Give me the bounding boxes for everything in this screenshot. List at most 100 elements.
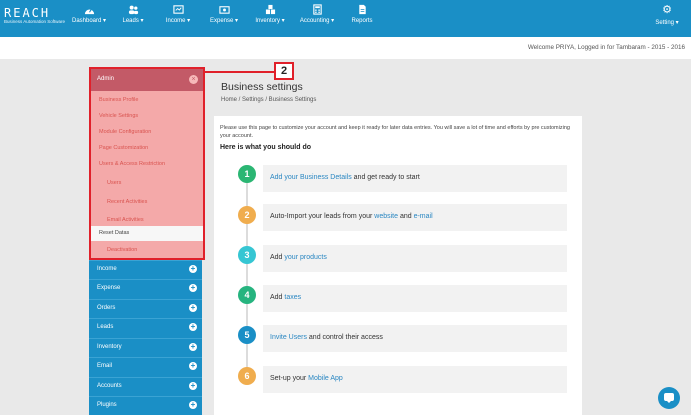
sidebar-item-label: Orders (97, 305, 116, 311)
submenu-label: Deactivation (107, 247, 138, 253)
taxes-link[interactable]: taxes (284, 294, 301, 301)
sidebar-item-label: Accounts (97, 383, 122, 389)
step-mobile-app: Set-up your Mobile App (263, 366, 567, 393)
income-icon (172, 5, 184, 14)
sidebar-item-label: Income (97, 266, 117, 272)
step-auto-import: Auto-Import your leads from your website… (263, 204, 567, 231)
submenu-label: Users & Access Restriction (99, 161, 166, 167)
admin-submenu-recent-activities[interactable]: Recent Activities (91, 195, 203, 210)
chat-button[interactable] (658, 387, 680, 409)
nav-label: Accounting ▾ (299, 18, 335, 24)
invite-users-link[interactable]: Invite Users (270, 334, 307, 341)
sidebar-item-income[interactable]: Income + (89, 260, 202, 279)
website-link[interactable]: website (374, 213, 398, 220)
nav-label: Reports (351, 18, 373, 24)
nav-label: Income ▾ (165, 18, 191, 24)
email-link[interactable]: e-mail (414, 213, 433, 220)
brand-logo[interactable]: REACH Business Automation Software (4, 7, 68, 25)
nav-leads[interactable]: Leads ▾ (108, 4, 158, 27)
mobile-app-link[interactable]: Mobile App (308, 375, 343, 382)
sidebar-item-label: Admin (97, 76, 115, 82)
nav-reports[interactable]: Reports (337, 4, 387, 27)
sidebar-item-label: Leads (97, 324, 114, 330)
business-details-link[interactable]: Add your Business Details (270, 174, 352, 181)
intro-text: Please use this page to customize your a… (220, 125, 570, 139)
callout-connector (205, 71, 275, 73)
submenu-label: Email Activities (107, 217, 144, 223)
plus-icon[interactable]: + (189, 323, 197, 331)
brand-tagline: Business Automation Software (4, 19, 66, 24)
admin-submenu-page-customization[interactable]: Page Customization (91, 141, 203, 156)
reports-icon (358, 4, 366, 15)
welcome-text: Welcome PRIYA, Logged in for Tambaram - … (527, 44, 685, 51)
nav-label: Inventory ▾ (255, 18, 285, 24)
users-icon (128, 5, 138, 15)
calculator-icon (312, 4, 322, 15)
submenu-label: Page Customization (99, 145, 149, 151)
nav-inventory[interactable]: Inventory ▾ (245, 4, 295, 27)
step-number: 4 (238, 286, 256, 304)
admin-submenu-module-configuration[interactable]: Module Configuration (91, 125, 203, 140)
brand-name: REACH (4, 6, 51, 20)
plus-icon[interactable]: + (189, 265, 197, 273)
admin-submenu-users-access[interactable]: Users & Access Restriction (91, 157, 203, 172)
products-link[interactable]: your products (284, 254, 326, 261)
step-products: Add your products (263, 245, 567, 272)
welcome-bar: Welcome PRIYA, Logged in for Tambaram - … (0, 37, 691, 59)
sidebar-item-label: Expense (97, 285, 121, 291)
nav-label: Expense ▾ (209, 18, 239, 24)
submenu-label: Business Profile (99, 97, 139, 103)
nav-income[interactable]: Income ▾ (153, 4, 203, 27)
sidebar-item-inventory[interactable]: Inventory + (89, 338, 202, 357)
step-text: and get ready to start (351, 174, 420, 181)
sidebar-item-plugins[interactable]: Plugins + (89, 396, 202, 415)
sidebar-item-leads[interactable]: Leads + (89, 318, 202, 337)
sidebar-item-email[interactable]: Email + (89, 357, 202, 376)
plus-icon[interactable]: + (189, 343, 197, 351)
sidebar-item-orders[interactable]: Orders + (89, 299, 202, 318)
close-icon[interactable]: × (189, 75, 198, 84)
admin-submenu-vehicle-settings[interactable]: Vehicle Settings (91, 109, 203, 124)
admin-submenu-business-profile[interactable]: Business Profile (91, 93, 203, 108)
nav-label: Setting ▾ (655, 20, 679, 26)
nav-expense[interactable]: Expense ▾ (199, 4, 249, 27)
step-text: Auto-Import your leads from your (270, 213, 375, 220)
plus-icon[interactable]: + (189, 401, 197, 409)
step-number: 3 (238, 246, 256, 264)
plus-icon[interactable]: + (189, 304, 197, 312)
step-number: 6 (238, 367, 256, 385)
sidebar-item-admin[interactable]: Admin × (91, 69, 203, 91)
submenu-label: Module Configuration (99, 129, 152, 135)
sidebar-item-label: Inventory (97, 344, 122, 350)
step-number: 5 (238, 326, 256, 344)
nav-accounting[interactable]: Accounting ▾ (292, 4, 342, 27)
callout-number: 2 (274, 62, 294, 80)
plus-icon[interactable]: + (189, 382, 197, 390)
step-invite-users: Invite Users and control their access (263, 325, 567, 352)
page-title: Business settings (221, 81, 303, 93)
admin-submenu-deactivation[interactable]: Deactivation (91, 243, 203, 258)
step-business-details: Add your Business Details and get ready … (263, 165, 567, 192)
nav-dashboard[interactable]: Dashboard ▾ (64, 4, 114, 27)
sidebar-item-expense[interactable]: Expense + (89, 279, 202, 298)
step-text: Set-up your (270, 375, 309, 382)
step-taxes: Add taxes (263, 285, 567, 312)
plus-icon[interactable]: + (189, 284, 197, 292)
admin-submenu-reset-datas[interactable]: Reset Datas (91, 226, 203, 241)
admin-menu-highlight: Admin × Business Profile Vehicle Setting… (89, 67, 205, 260)
gear-icon: ⚙ (662, 4, 672, 16)
submenu-label: Recent Activities (107, 199, 148, 205)
breadcrumb[interactable]: Home / Settings / Business Settings (221, 97, 316, 103)
submenu-label: Reset Datas (99, 230, 130, 236)
admin-submenu-users[interactable]: Users (91, 176, 203, 191)
step-number: 1 (238, 165, 256, 183)
plus-icon[interactable]: + (189, 362, 197, 370)
submenu-label: Users (107, 180, 122, 186)
sidebar-item-label: Plugins (97, 402, 117, 408)
nav-label: Leads ▾ (122, 18, 144, 24)
nav-setting[interactable]: ⚙ Setting ▾ (642, 4, 691, 29)
sidebar-item-accounts[interactable]: Accounts + (89, 377, 202, 396)
step-number: 2 (238, 206, 256, 224)
chat-icon-tail (666, 400, 672, 403)
sidebar-item-label: Email (97, 363, 113, 369)
